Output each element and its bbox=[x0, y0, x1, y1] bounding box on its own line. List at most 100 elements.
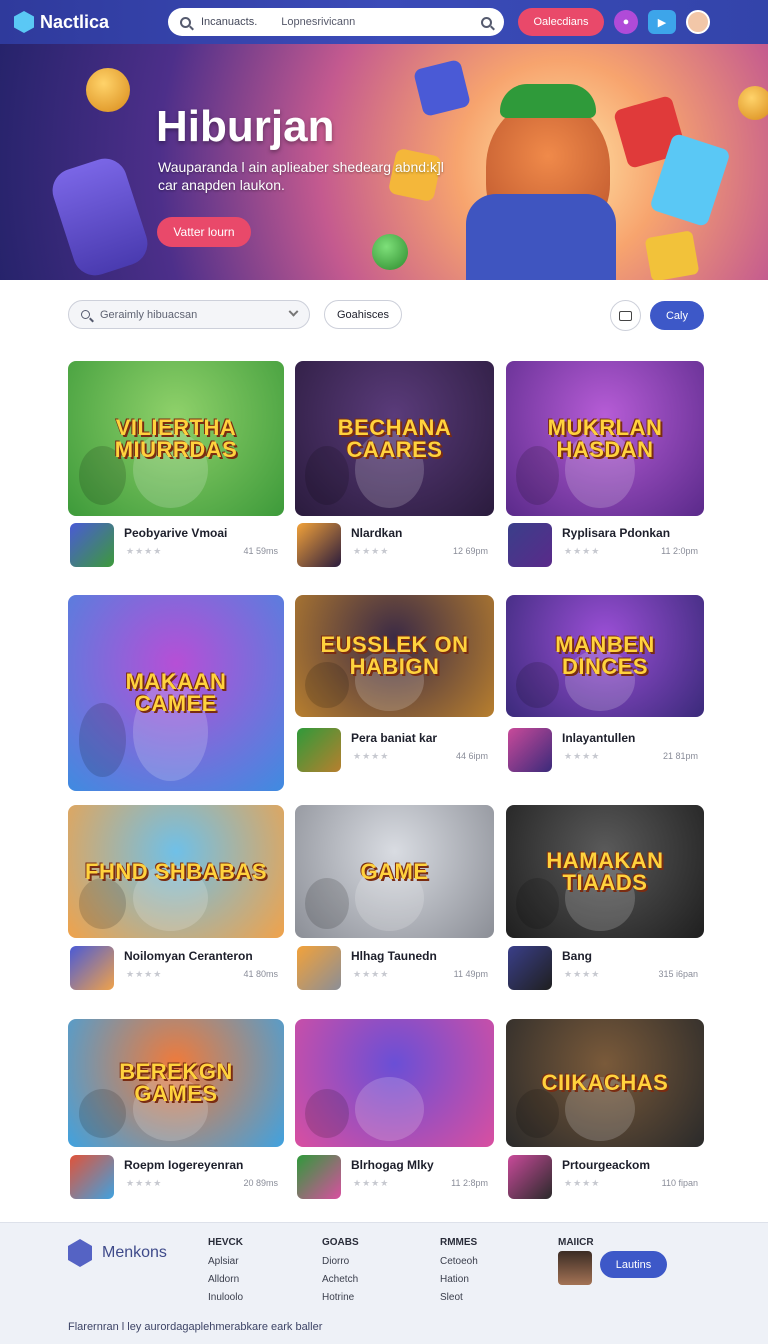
game-app-icon[interactable] bbox=[297, 946, 341, 990]
footer-heading: GOABS bbox=[322, 1237, 359, 1248]
game-duration: 12 69pm bbox=[452, 546, 488, 556]
play-icon[interactable]: ▶ bbox=[648, 10, 676, 34]
mascot-body bbox=[466, 194, 616, 280]
dice-decoration bbox=[644, 230, 700, 280]
hero-subtitle: Wauparanda l ain aplieaber shedearg abnd… bbox=[158, 159, 444, 193]
game-title[interactable]: Peobyarive Vmoai bbox=[124, 526, 227, 540]
game-title[interactable]: Ryplisara Pdonkan bbox=[562, 526, 670, 540]
character-illustration bbox=[78, 878, 127, 929]
footer-link[interactable]: Sleot bbox=[440, 1292, 478, 1303]
game-app-icon[interactable] bbox=[508, 523, 552, 567]
game-thumbnail[interactable]: FHND SHBABAS bbox=[68, 805, 284, 938]
rating-stars: ★★★★ bbox=[353, 969, 390, 979]
game-title[interactable]: Prtourgeackom bbox=[562, 1158, 650, 1172]
game-card[interactable]: HAMAKAN TIAADS Bang ★★★★ 315 i6pan bbox=[506, 805, 704, 992]
game-thumbnail[interactable]: GAME bbox=[295, 805, 494, 938]
game-duration: 110 fipan bbox=[661, 1178, 698, 1188]
game-title[interactable]: Inlayantullen bbox=[562, 731, 635, 745]
game-card[interactable]: Blrhogag Mlky ★★★★ 11 2:8pm bbox=[295, 1019, 494, 1201]
game-title[interactable]: Nlardkan bbox=[351, 526, 402, 540]
grid-view-icon bbox=[619, 310, 632, 321]
game-thumbnail[interactable] bbox=[295, 1019, 494, 1147]
game-app-icon[interactable] bbox=[70, 946, 114, 990]
ball-decoration bbox=[372, 234, 408, 270]
game-card[interactable]: VILIERTHA MIURRDAS Peobyarive Vmoai ★★★★ 41… bbox=[68, 361, 284, 569]
game-thumbnail[interactable]: CIIKACHAS bbox=[506, 1019, 704, 1147]
filter-cta-button[interactable]: Caly bbox=[650, 301, 704, 330]
footer-link[interactable]: Diorro bbox=[322, 1256, 359, 1267]
game-card[interactable]: BEREKGN GAMES Roepm Iogereyenran ★★★★ 20 89… bbox=[68, 1019, 284, 1201]
game-title[interactable]: Blrhogag Mlky bbox=[351, 1158, 434, 1172]
game-card[interactable]: MANBEN DINCES Inlayantullen ★★★★ 21 81pm bbox=[506, 595, 704, 774]
game-app-icon[interactable] bbox=[297, 728, 341, 772]
game-title[interactable]: Noilomyan Ceranteron bbox=[124, 949, 253, 963]
mascot-hat bbox=[500, 84, 596, 118]
game-title[interactable]: Bang bbox=[562, 949, 592, 963]
notifications-icon[interactable]: ● bbox=[614, 10, 638, 34]
game-app-icon[interactable] bbox=[297, 1155, 341, 1199]
game-card[interactable]: MAKAAN CAMEE bbox=[68, 595, 284, 791]
game-app-icon[interactable] bbox=[70, 523, 114, 567]
footer-link[interactable]: Cetoeoh bbox=[440, 1256, 478, 1267]
footer-avatar[interactable] bbox=[558, 1251, 592, 1285]
game-title[interactable]: Roepm Iogereyenran bbox=[124, 1158, 243, 1172]
top-cta-button[interactable]: Oalecdians bbox=[518, 8, 604, 36]
game-card[interactable]: FHND SHBABAS Noilomyan Ceranteron ★★★★ 41 8… bbox=[68, 805, 284, 992]
footer-link[interactable]: Hation bbox=[440, 1274, 478, 1285]
thumbnail-title: CIIKACHAS bbox=[541, 1070, 669, 1095]
footer-heading: RMMES bbox=[440, 1237, 478, 1248]
footer-heading: HEVCK bbox=[208, 1237, 244, 1248]
game-thumbnail[interactable]: MUKRLAN HASDAN bbox=[506, 361, 704, 516]
footer-link[interactable]: Achetch bbox=[322, 1274, 359, 1285]
emoji-ball-decoration bbox=[738, 86, 768, 120]
game-card[interactable]: BECHANA CAARES Nlardkan ★★★★ 12 69pm bbox=[295, 361, 494, 569]
rating-stars: ★★★★ bbox=[564, 546, 601, 556]
game-app-icon[interactable] bbox=[508, 1155, 552, 1199]
game-card[interactable]: CIIKACHAS Prtourgeackom ★★★★ 110 fipan bbox=[506, 1019, 704, 1201]
rating-stars: ★★★★ bbox=[126, 1178, 163, 1188]
game-card[interactable]: MUKRLAN HASDAN Ryplisara Pdonkan ★★★★ 11 2:… bbox=[506, 361, 704, 569]
game-card[interactable]: GAME Hlhag Taunedn ★★★★ 11 49pm bbox=[295, 805, 494, 992]
footer-link[interactable]: Aplsiar bbox=[208, 1256, 243, 1267]
footer-link[interactable]: Hotrine bbox=[322, 1292, 359, 1303]
game-thumbnail[interactable]: MAKAAN CAMEE bbox=[68, 595, 284, 791]
thumbnail-title: BEREKGN GAMES bbox=[119, 1059, 233, 1106]
brand-logo[interactable]: Nactlica bbox=[14, 11, 164, 33]
footer-link[interactable]: Alldorn bbox=[208, 1274, 243, 1285]
thumbnail-title: MUKRLAN HASDAN bbox=[547, 414, 663, 462]
category-dropdown[interactable]: Geraimly hibuacsan bbox=[68, 300, 310, 329]
footer-column: RMMES Cetoeoh Hation Sleot bbox=[440, 1237, 478, 1310]
user-avatar[interactable] bbox=[686, 10, 710, 34]
footer-brand-name: Menkons bbox=[102, 1244, 167, 1261]
thumbnail-title: BECHANA CAARES bbox=[337, 414, 452, 462]
game-thumbnail[interactable]: HAMAKAN TIAADS bbox=[506, 805, 704, 938]
rating-stars: ★★★★ bbox=[564, 969, 601, 979]
game-thumbnail[interactable]: EUSSLEK ON HABIGN bbox=[295, 595, 494, 717]
thumbnail-title: VILIERTHA MIURRDAS bbox=[114, 414, 238, 462]
footer-button[interactable]: Lautins bbox=[600, 1251, 667, 1278]
character-illustration bbox=[515, 1089, 560, 1139]
search-submit-icon[interactable] bbox=[481, 16, 492, 28]
game-thumbnail[interactable]: BEREKGN GAMES bbox=[68, 1019, 284, 1147]
game-title[interactable]: Hlhag Taunedn bbox=[351, 949, 437, 963]
footer-brand[interactable]: Menkons bbox=[68, 1239, 167, 1267]
game-thumbnail[interactable]: BECHANA CAARES bbox=[295, 361, 494, 516]
footer-link[interactable]: Inuloolo bbox=[208, 1292, 243, 1303]
game-duration: 41 59ms bbox=[243, 546, 278, 556]
game-title[interactable]: Pera baniat kar bbox=[351, 731, 437, 745]
search-input[interactable]: Incanuacts. Lopnesrivicann bbox=[168, 8, 504, 36]
view-toggle-button[interactable] bbox=[610, 300, 641, 331]
thumbnail-title: MAKAAN CAMEE bbox=[125, 669, 227, 716]
game-thumbnail[interactable]: MANBEN DINCES bbox=[506, 595, 704, 717]
hero-banner: Hiburjan Wauparanda l ain aplieaber shed… bbox=[0, 44, 768, 280]
game-app-icon[interactable] bbox=[508, 946, 552, 990]
game-thumbnail[interactable]: VILIERTHA MIURRDAS bbox=[68, 361, 284, 516]
hero-cta-button[interactable]: Vatter lourn bbox=[157, 217, 251, 247]
thumbnail-title: FHND SHBABAS bbox=[85, 858, 267, 884]
game-card[interactable]: EUSSLEK ON HABIGN Pera baniat kar ★★★★ 44 6… bbox=[295, 595, 494, 774]
filter-chip[interactable]: Goahisces bbox=[324, 300, 402, 329]
game-app-icon[interactable] bbox=[508, 728, 552, 772]
game-app-icon[interactable] bbox=[297, 523, 341, 567]
game-app-icon[interactable] bbox=[70, 1155, 114, 1199]
rating-stars: ★★★★ bbox=[353, 1178, 390, 1188]
